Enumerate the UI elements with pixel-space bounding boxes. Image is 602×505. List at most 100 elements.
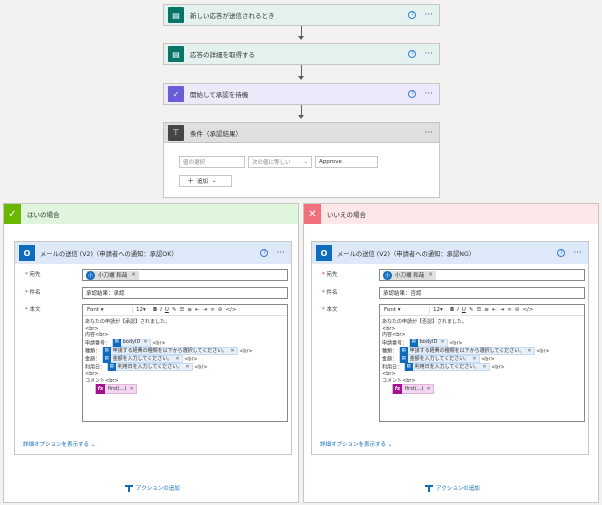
dynamic-token[interactable]: ▤ bodyID ✕ [111, 338, 151, 347]
condition-right-value[interactable]: Approve [315, 156, 378, 168]
recipient-name: 小刀禰 和哉 [395, 273, 425, 279]
branch-title: はいの場合 [27, 211, 60, 219]
to-field[interactable]: 小 小刀禰 和哉 ✕ [82, 269, 288, 281]
numbered-list-icon[interactable]: ≡ [187, 307, 192, 313]
help-icon[interactable]: ? [408, 90, 417, 98]
help-icon[interactable]: ? [557, 249, 566, 257]
outdent-icon[interactable]: ⇤ [492, 307, 497, 313]
help-icon[interactable]: ? [408, 11, 417, 19]
step-get-details[interactable]: ▤ 応答の詳細を取得する ? ··· [163, 43, 440, 65]
indent-icon[interactable]: ⇥ [203, 307, 208, 313]
condition-operator-select[interactable]: 次の値に等しい ⌄ [248, 156, 312, 168]
outdent-icon[interactable]: ⇤ [195, 307, 200, 313]
bullet-list-icon[interactable]: ☰ [476, 307, 481, 313]
bullet-list-icon[interactable]: ☰ [179, 307, 184, 313]
underline-icon[interactable]: U [462, 307, 466, 313]
bold-icon[interactable]: B [450, 307, 454, 313]
forms-icon: ▤ [168, 7, 184, 23]
branch-no: ✕ いいえの場合 O メールの送信 (V2)（申請者への通知：承認NG） ? ·… [303, 203, 599, 503]
operator-label: 次の値に等しい [252, 160, 291, 166]
expression-token[interactable]: fx first(...) ✕ [95, 384, 137, 395]
more-options-icon[interactable]: ··· [276, 249, 285, 258]
dynamic-token[interactable]: ▤ bodyID ✕ [408, 338, 448, 347]
italic-icon[interactable]: I [457, 307, 459, 313]
to-label: * 宛先 [25, 272, 41, 278]
close-icon: ✕ [304, 204, 321, 224]
body-label: * 本文 [322, 307, 338, 313]
to-label: * 宛先 [322, 272, 338, 278]
function-icon: fx [393, 384, 402, 395]
dynamic-token[interactable]: ▤ 利用日を入力してください。 ✕ [106, 363, 193, 372]
expression-token[interactable]: fx first(...) ✕ [392, 384, 434, 395]
body-editor[interactable]: Font ▾ 12▾ B I U ✎ ☰ ≡ ⇤ ⇥ ∞ ⊘ </> あなたの申… [379, 304, 585, 422]
card-header[interactable]: O メールの送信 (V2)（申請者への通知：承認NG） ? ··· [312, 242, 588, 264]
add-action-icon [125, 484, 133, 492]
outlook-icon: O [19, 245, 35, 261]
step-condition[interactable]: ⊤ 条件（承認結果） ··· [163, 122, 440, 143]
more-options-icon[interactable]: ··· [424, 128, 433, 137]
highlight-icon[interactable]: ✎ [469, 307, 474, 313]
link-icon[interactable]: ∞ [507, 307, 512, 313]
bold-icon[interactable]: B [153, 307, 157, 313]
step-trigger[interactable]: ▤ 新しい応答が送信されるとき ? ··· [163, 4, 440, 26]
italic-icon[interactable]: I [160, 307, 162, 313]
recipient-chip[interactable]: 小 小刀禰 和哉 ✕ [383, 270, 436, 280]
font-size-select[interactable]: 12▾ [433, 307, 447, 313]
remove-icon[interactable]: ✕ [428, 272, 433, 278]
step-title: 条件（承認結果） [190, 129, 242, 138]
branch-yes-header[interactable]: ✓ はいの場合 [4, 204, 298, 224]
font-select[interactable]: Font ▾ [382, 307, 430, 313]
link-icon[interactable]: ∞ [210, 307, 215, 313]
add-action-button[interactable]: アクションの追加 [425, 484, 480, 492]
font-select[interactable]: Font ▾ [85, 307, 133, 313]
subject-field[interactable]: 承認結果：承認 [82, 287, 288, 299]
step-title: 新しい応答が送信されるとき [190, 12, 275, 20]
step-approval[interactable]: ✓ 開始して承認を待機 ? ··· [163, 83, 440, 105]
code-view-icon[interactable]: </> [225, 307, 236, 313]
forms-icon: ▤ [168, 46, 184, 62]
more-options-icon[interactable]: ··· [424, 11, 433, 20]
send-email-card: O メールの送信 (V2)（申請者への通知：承認OK） ? ··· * 宛先 小… [14, 241, 292, 455]
indent-icon[interactable]: ⇥ [500, 307, 505, 313]
numbered-list-icon[interactable]: ≡ [484, 307, 489, 313]
subject-label: * 件名 [25, 290, 41, 296]
condition-body: 値の選択 次の値に等しい ⌄ Approve ＋ 追加 ⌄ [163, 143, 440, 198]
subject-field[interactable]: 承認結果：否認 [379, 287, 585, 299]
font-size-select[interactable]: 12▾ [136, 307, 150, 313]
underline-icon[interactable]: U [165, 307, 169, 313]
more-options-icon[interactable]: ··· [573, 249, 582, 258]
chevron-down-icon: ⌄ [90, 442, 96, 448]
editor-content: あなたの申請が【承認】されました。 <br> 内容<br> 申請番号： ▤ bod… [83, 316, 287, 395]
chevron-down-icon: ⌄ [212, 178, 217, 184]
code-view-icon[interactable]: </> [522, 307, 533, 313]
help-icon[interactable]: ? [408, 50, 417, 58]
card-header[interactable]: O メールの送信 (V2)（申請者への通知：承認OK） ? ··· [15, 242, 291, 264]
branch-no-header[interactable]: ✕ いいえの場合 [304, 204, 598, 224]
unlink-icon[interactable]: ⊘ [515, 307, 520, 313]
subject-label: * 件名 [322, 290, 338, 296]
show-advanced-options-link[interactable]: 詳細オプションを表示する ⌄ [320, 440, 392, 448]
dynamic-token[interactable]: ▤ 申請する経費の種類を以下から選択してください。 ✕ [101, 346, 238, 355]
show-advanced-options-link[interactable]: 詳細オプションを表示する ⌄ [23, 440, 95, 448]
step-title: 応答の詳細を取得する [190, 51, 255, 59]
more-options-icon[interactable]: ··· [424, 50, 433, 59]
condition-left-value[interactable]: 値の選択 [179, 156, 245, 168]
highlight-icon[interactable]: ✎ [172, 307, 177, 313]
dynamic-token[interactable]: ▤ 利用日を入力してください。 ✕ [403, 363, 490, 372]
unlink-icon[interactable]: ⊘ [218, 307, 223, 313]
dynamic-token[interactable]: ▤ 金額を入力してください。 ✕ [398, 354, 480, 363]
check-icon: ✓ [4, 204, 21, 224]
editor-toolbar: Font ▾ 12▾ B I U ✎ ☰ ≡ ⇤ ⇥ ∞ ⊘ </> [380, 305, 584, 316]
remove-icon[interactable]: ✕ [131, 272, 136, 278]
recipient-chip[interactable]: 小 小刀禰 和哉 ✕ [86, 270, 139, 280]
dynamic-token[interactable]: ▤ 申請する経費の種類を以下から選択してください。 ✕ [398, 346, 535, 355]
more-options-icon[interactable]: ··· [424, 90, 433, 99]
add-condition-button[interactable]: ＋ 追加 ⌄ [179, 175, 232, 187]
body-label: * 本文 [25, 307, 41, 313]
dynamic-token[interactable]: ▤ 金額を入力してください。 ✕ [101, 354, 183, 363]
help-icon[interactable]: ? [260, 249, 269, 257]
send-email-card: O メールの送信 (V2)（申請者への通知：承認NG） ? ··· * 宛先 小… [311, 241, 589, 455]
body-editor[interactable]: Font ▾ 12▾ B I U ✎ ☰ ≡ ⇤ ⇥ ∞ ⊘ </> あなたの申… [82, 304, 288, 422]
to-field[interactable]: 小 小刀禰 和哉 ✕ [379, 269, 585, 281]
add-action-button[interactable]: アクションの追加 [125, 484, 180, 492]
